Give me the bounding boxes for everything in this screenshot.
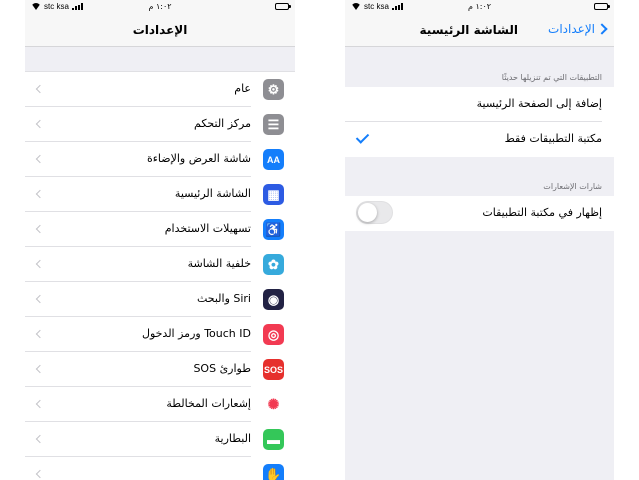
signal-icon [71,3,83,10]
wifi-icon [31,3,41,10]
sos-icon: SOS [263,359,284,380]
carrier-name: stc ksa [44,2,69,11]
toggle-label: إظهار في مكتبة التطبيقات [482,206,602,219]
section-header-recent-apps: التطبيقات التي تم تنزيلها حديثًا [345,47,614,87]
settings-row-label: طوارئ SOS [193,362,251,375]
status-bar: ١:٠٢ م stc ksa [345,0,614,15]
settings-row-label: إشعارات المخالطة [166,397,251,410]
back-button[interactable]: الإعدادات [548,22,608,36]
chevron-icon [35,329,45,339]
settings-row-label: عام [234,82,251,95]
gear-icon: ⚙ [263,79,284,100]
show-in-app-library-row: إظهار في مكتبة التطبيقات [345,196,614,231]
carrier-name: stc ksa [364,2,389,11]
status-carrier: stc ksa [31,2,83,11]
settings-row[interactable]: ✺ إشعارات المخالطة [25,387,295,422]
settings-screen: ١:٠٢ م stc ksa الإعدادات ⚙ عام ☰ مركز التحك… [25,0,295,480]
status-carrier: stc ksa [351,2,403,11]
settings-row[interactable]: ⚙ عام [25,72,295,107]
chevron-icon [35,84,45,94]
option-app-library-only[interactable]: مكتبة التطبيقات فقط [345,122,614,157]
settings-row[interactable]: ♿ تسهيلات الاستخدام [25,212,295,247]
settings-row-label: Siri والبحث [196,292,251,305]
option-add-to-home-screen[interactable]: إضافة إلى الصفحة الرئيسية [345,87,614,122]
fingerprint-icon: ◎ [263,324,284,345]
display-brightness-icon: AA [263,149,284,170]
settings-row-label: خلفية الشاشة [187,257,251,270]
settings-row[interactable]: ◎ Touch ID ورمز الدخول [25,317,295,352]
settings-list: ⚙ عام ☰ مركز التحكم AA شاشة العرض والإضاءة ▦ ال… [25,72,295,480]
settings-row[interactable]: ▦ الشاشة الرئيسية [25,177,295,212]
page-title: الإعدادات [132,23,188,37]
option-label: إضافة إلى الصفحة الرئيسية [476,97,602,110]
settings-row-label: شاشة العرض والإضاءة [146,152,251,165]
page-title: الشاشة الرئيسية [419,23,518,37]
wifi-icon [351,3,361,10]
settings-row[interactable]: ✋ [25,457,295,480]
chevron-icon [35,434,45,444]
battery-icon: ▬ [263,429,284,450]
navigation-bar: الإعدادات الشاشة الرئيسية [345,15,614,47]
checkmark-icon [355,130,370,144]
home-screen-icon: ▦ [263,184,284,205]
settings-row[interactable]: ▬ البطارية [25,422,295,457]
chevron-icon [35,399,45,409]
accessibility-icon: ♿ [263,219,284,240]
chevron-icon [35,364,45,374]
chevron-back-icon [596,23,608,35]
privacy-hand-icon: ✋ [263,464,284,480]
back-label: الإعدادات [548,22,595,36]
settings-row-label: البطارية [214,432,251,445]
settings-row[interactable]: AA شاشة العرض والإضاءة [25,142,295,177]
signal-icon [391,3,403,10]
home-screen-settings: ١:٠٢ م stc ksa الإعدادات الشاشة الرئيسية… [345,0,614,480]
navigation-bar: الإعدادات [25,15,295,47]
toggle-knob [358,203,377,222]
status-bar: ١:٠٢ م stc ksa [25,0,295,15]
control-center-icon: ☰ [263,114,284,135]
settings-row-label: مركز التحكم [194,117,251,130]
section-header-notification-badges: شارات الإشعارات [345,157,614,196]
chevron-icon [35,154,45,164]
settings-row-label: الشاشة الرئيسية [174,187,251,200]
settings-row[interactable]: SOS طوارئ SOS [25,352,295,387]
chevron-icon [35,119,45,129]
settings-row[interactable]: ☰ مركز التحكم [25,107,295,142]
settings-row-label: Touch ID ورمز الدخول [141,327,251,340]
section-spacer [25,47,295,72]
siri-icon: ◉ [263,289,284,310]
exposure-notification-icon: ✺ [263,394,284,415]
settings-row-label: تسهيلات الاستخدام [164,222,251,235]
settings-row[interactable]: ◉ Siri والبحث [25,282,295,317]
settings-row[interactable]: ✿ خلفية الشاشة [25,247,295,282]
chevron-icon [35,469,45,479]
chevron-icon [35,259,45,269]
chevron-icon [35,224,45,234]
option-label: مكتبة التطبيقات فقط [504,132,602,145]
chevron-icon [35,189,45,199]
chevron-icon [35,294,45,304]
show-in-app-library-toggle[interactable] [356,201,393,224]
wallpaper-icon: ✿ [263,254,284,275]
